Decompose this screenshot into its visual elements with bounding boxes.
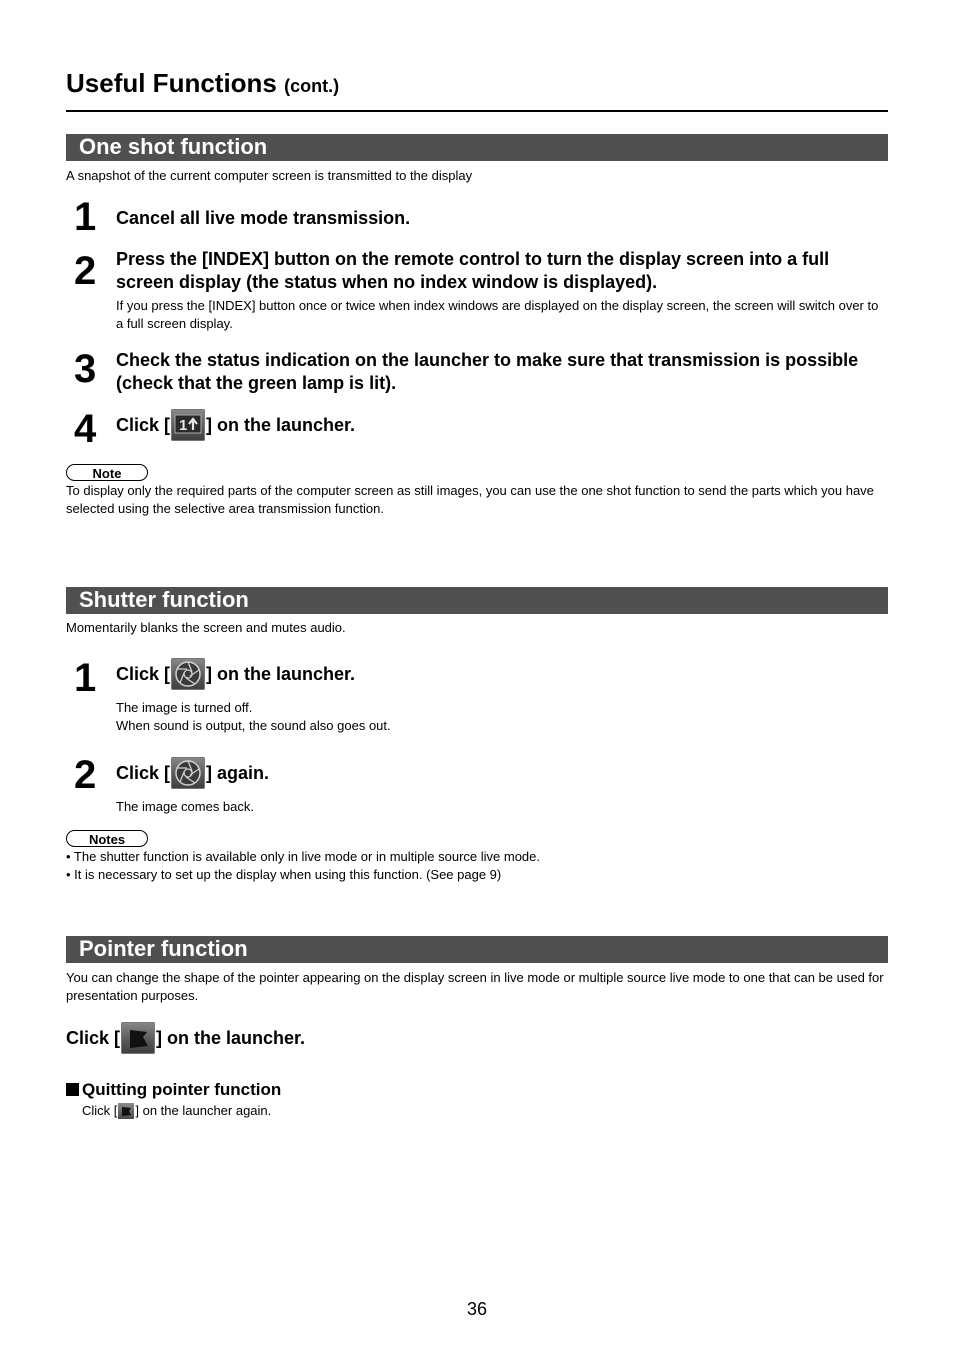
section-heading-shutter: Shutter function — [66, 587, 888, 614]
pointer-instruction: Click [ ] on the launcher. — [66, 1022, 836, 1055]
page-title: Useful Functions (cont.) — [66, 68, 339, 99]
note-item: • The shutter function is available only… — [66, 849, 540, 864]
title-divider — [66, 110, 888, 112]
page-title-text: Useful Functions — [66, 68, 277, 98]
step-detail-line: The image comes back. — [116, 799, 255, 814]
step-number: 2 — [74, 753, 97, 797]
step-number: 1 — [74, 195, 97, 239]
note-item: • It is necessary to set up the display … — [66, 867, 502, 882]
step-text-after: ] again. — [206, 763, 270, 783]
step-detail-line: The image is turned off. — [116, 700, 253, 715]
step-text: Click [ ] again. — [116, 757, 886, 790]
quit-pointer-text: Click [ ] on the launcher again. — [82, 1102, 271, 1120]
pointer-intro: You can change the shape of the pointer … — [66, 970, 884, 1003]
step-detail-line: When sound is output, the sound also goe… — [116, 718, 391, 733]
square-bullet-icon — [66, 1083, 79, 1096]
shutter-intro: Momentarily blanks the screen and mutes … — [66, 620, 346, 635]
step-text-after: ] on the launcher. — [206, 664, 356, 684]
step-number: 3 — [74, 347, 97, 391]
step-text: Cancel all live mode transmission. — [116, 208, 411, 228]
step-number: 4 — [74, 407, 97, 451]
one-shot-intro: A snapshot of the current computer scree… — [66, 168, 473, 183]
page-title-suffix: (cont.) — [284, 76, 340, 96]
page-number: 36 — [466, 1299, 488, 1319]
section-heading-one-shot: One shot function — [66, 134, 888, 161]
step-detail: The image is turned off. When sound is o… — [116, 699, 886, 735]
step-text: Click [ ] on the launcher. — [116, 658, 886, 691]
instruction-text-before: Click [ — [66, 1028, 121, 1048]
shutter-aperture-icon — [171, 658, 206, 691]
step-number: 2 — [74, 249, 97, 293]
step-number: 1 — [74, 656, 97, 700]
step-text-before: Click [ — [116, 664, 171, 684]
step-detail: If you press the [INDEX] button once or … — [116, 298, 879, 331]
section-heading-pointer: Pointer function — [66, 936, 888, 963]
note-text: To display only the required parts of th… — [66, 483, 874, 516]
step-text: Press the [INDEX] button on the remote c… — [116, 249, 830, 292]
step-text-after: ] on the launcher. — [206, 415, 356, 435]
step-text: Check the status indication on the launc… — [116, 350, 859, 393]
one-shot-upload-icon: 1 — [171, 409, 206, 442]
step-text-before: Click [ — [116, 415, 171, 435]
step-text: Click [ 1 ] on the launcher. — [116, 409, 886, 442]
quit-pointer-heading: Quitting pointer function — [66, 1080, 281, 1100]
step-detail: The image comes back. — [116, 798, 886, 816]
quit-text-before: Click [ — [82, 1103, 118, 1118]
notes-list: • The shutter function is available only… — [66, 848, 886, 884]
pointer-arrow-icon — [118, 1102, 135, 1119]
note-label: Note — [66, 464, 148, 481]
pointer-arrow-icon — [121, 1022, 156, 1055]
instruction-text-after: ] on the launcher. — [156, 1028, 306, 1048]
quit-text-after: ] on the launcher again. — [135, 1103, 272, 1118]
step-text-before: Click [ — [116, 763, 171, 783]
notes-label: Notes — [66, 830, 148, 847]
svg-text:1: 1 — [179, 417, 187, 434]
quit-heading-text: Quitting pointer function — [82, 1080, 282, 1099]
shutter-aperture-icon — [171, 757, 206, 790]
